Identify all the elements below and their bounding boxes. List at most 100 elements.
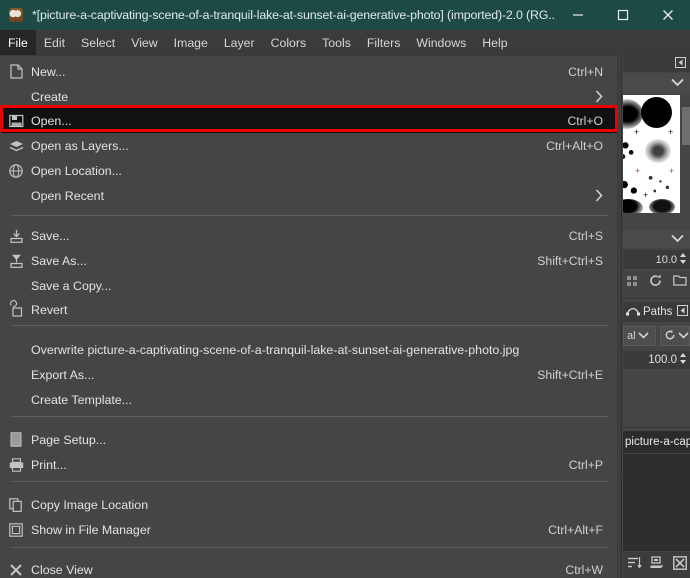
menu-item-save-as[interactable]: Save As... Shift+Ctrl+S — [1, 248, 617, 273]
layer-list[interactable] — [623, 454, 690, 551]
menu-item-print[interactable]: Print... Ctrl+P — [1, 452, 617, 477]
menubar-item-windows[interactable]: Windows — [408, 30, 474, 55]
menubar-item-image[interactable]: Image — [166, 30, 216, 55]
menu-item-new-accel: Ctrl+N — [568, 64, 603, 79]
brush-sparse-dots — [645, 173, 673, 197]
chevron-right-icon-recent — [595, 189, 617, 202]
menu-item-show-in-file-manager-label: Show in File Manager — [31, 522, 151, 537]
menu-item-export-as-label: Export As... — [31, 367, 95, 382]
close-x-icon — [1, 557, 31, 578]
opacity-field[interactable]: 100.0 — [623, 351, 690, 369]
menubar-item-view[interactable]: View — [123, 30, 165, 55]
menu-item-save[interactable]: Save... Ctrl+S — [1, 223, 617, 248]
minimize-button[interactable] — [555, 0, 600, 30]
gimp-window: *[picture-a-captivating-scene-of-a-tranq… — [0, 0, 690, 578]
brush-selector-dropdown[interactable] — [623, 73, 690, 93]
menu-item-open-recent[interactable]: Open Recent — [1, 183, 617, 208]
brush-options-dropdown[interactable] — [623, 230, 690, 248]
menu-item-open-as-layers-accel: Ctrl+Alt+O — [546, 138, 603, 153]
menu-item-open-location[interactable]: Open Location... — [1, 158, 617, 183]
menu-item-print-accel: Ctrl+P — [568, 457, 603, 472]
menu-item-export-as[interactable]: Export As... Shift+Ctrl+E — [1, 362, 617, 387]
delete-layer-icon[interactable] — [673, 555, 687, 575]
brush-cross-5: + — [643, 190, 649, 200]
menu-separator-5 — [11, 547, 609, 548]
menu-item-close-view[interactable]: Close View Ctrl+W — [1, 557, 617, 578]
menu-item-open-as-layers[interactable]: Open as Layers... Ctrl+Alt+O — [1, 133, 617, 158]
gimp-wilber-icon — [7, 6, 25, 24]
menu-item-open-location-label: Open Location... — [31, 163, 122, 178]
refresh-brushes-icon[interactable] — [648, 273, 663, 293]
menu-item-save-as-accel: Shift+Ctrl+S — [537, 253, 603, 268]
brush-hard-circle — [641, 97, 672, 128]
menu-item-open-as-layers-label: Open as Layers... — [31, 138, 129, 153]
brush-spacing-value: 10.0 — [655, 253, 677, 266]
chevron-down-icon-2 — [671, 230, 684, 248]
paths-icon — [626, 303, 640, 321]
menu-item-open-label: Open... — [31, 113, 72, 128]
maximize-button[interactable] — [600, 0, 645, 30]
menu-item-close-view-accel: Ctrl+W — [565, 562, 603, 577]
menubar-item-select[interactable]: Select — [73, 30, 123, 55]
save-copy-icon-placeholder — [1, 273, 31, 298]
grid-view-icon[interactable] — [627, 274, 638, 292]
menu-item-close-view-label: Close View — [31, 562, 93, 577]
menubar-item-help[interactable]: Help — [474, 30, 515, 55]
menu-item-copy-image-location-label: Copy Image Location — [31, 497, 149, 512]
menubar-item-file[interactable]: File — [0, 30, 36, 55]
menu-item-page-setup[interactable]: Page Setup... — [1, 427, 617, 452]
menubar-item-tools[interactable]: Tools — [314, 30, 359, 55]
brush-grid-scrollbar[interactable] — [682, 107, 690, 145]
menu-item-create-template[interactable]: Create Template... — [1, 387, 617, 412]
menu-separator-4 — [11, 481, 609, 482]
tab-paths[interactable]: Paths — [623, 302, 690, 322]
window-title: *[picture-a-captivating-scene-of-a-tranq… — [32, 8, 555, 22]
menu-item-save-a-copy[interactable]: Save a Copy... — [1, 273, 617, 298]
brush-cross-1: + — [634, 127, 640, 137]
chevron-down-icon-4 — [678, 330, 689, 342]
menubar-item-layer[interactable]: Layer — [216, 30, 263, 55]
menu-item-create[interactable]: Create — [1, 84, 617, 109]
menu-item-save-label: Save... — [31, 228, 70, 243]
menu-item-overwrite[interactable]: Overwrite picture-a-captivating-scene-of… — [1, 337, 617, 362]
layer-list-item[interactable]: picture-a-cap — [623, 431, 690, 453]
menu-item-open[interactable]: Open... Ctrl+O — [1, 108, 617, 133]
anchor-layer-icon[interactable] — [650, 556, 664, 574]
menu-item-new-label: New... — [31, 64, 66, 79]
spinner-arrows-icon[interactable] — [679, 252, 687, 268]
menu-item-show-in-file-manager[interactable]: Show in File Manager Ctrl+Alt+F — [1, 517, 617, 542]
layers-bottom-toolbar — [623, 552, 690, 578]
spinner-arrows-icon-2[interactable] — [679, 352, 687, 368]
mode-switch-dropdown[interactable] — [660, 326, 690, 346]
layer-sort-icon[interactable] — [627, 556, 642, 574]
close-button[interactable] — [645, 0, 690, 30]
brush-soft-3 — [623, 199, 643, 213]
chevron-right-icon-create — [595, 90, 617, 103]
brushes-grid[interactable]: + + + + + — [623, 95, 680, 213]
dock-menu-icon-2[interactable] — [677, 303, 688, 321]
menu-item-open-accel: Ctrl+O — [567, 113, 603, 128]
menu-item-copy-image-location[interactable]: Copy Image Location — [1, 492, 617, 517]
brush-spacing-field[interactable]: 10.0 — [623, 250, 690, 269]
menubar: File Edit Select View Image Layer Colors… — [0, 30, 690, 55]
globe-icon — [1, 158, 31, 183]
blend-mode-dropdown[interactable]: al — [623, 326, 656, 346]
save-icon — [1, 223, 31, 248]
file-menu-popup: New... Ctrl+N Create Open... Ctrl+O Open… — [0, 55, 618, 578]
dock-menu-icon[interactable] — [675, 55, 686, 73]
open-folder-icon — [1, 108, 31, 133]
open-brush-icon[interactable] — [673, 274, 688, 292]
menu-separator-1 — [11, 215, 609, 216]
menu-item-revert[interactable]: Revert — [1, 297, 617, 322]
brush-speckle-1 — [623, 137, 641, 165]
menu-item-export-as-accel: Shift+Ctrl+E — [537, 367, 603, 382]
open-recent-icon-placeholder — [1, 183, 31, 208]
dock-divider-2 — [623, 427, 690, 428]
menu-item-new[interactable]: New... Ctrl+N — [1, 59, 617, 84]
menu-item-overwrite-label: Overwrite picture-a-captivating-scene-of… — [31, 342, 520, 357]
open-layers-icon — [1, 133, 31, 158]
menubar-item-colors[interactable]: Colors — [263, 30, 315, 55]
create-template-icon-placeholder — [1, 387, 31, 412]
menubar-item-filters[interactable]: Filters — [359, 30, 408, 55]
menubar-item-edit[interactable]: Edit — [36, 30, 73, 55]
